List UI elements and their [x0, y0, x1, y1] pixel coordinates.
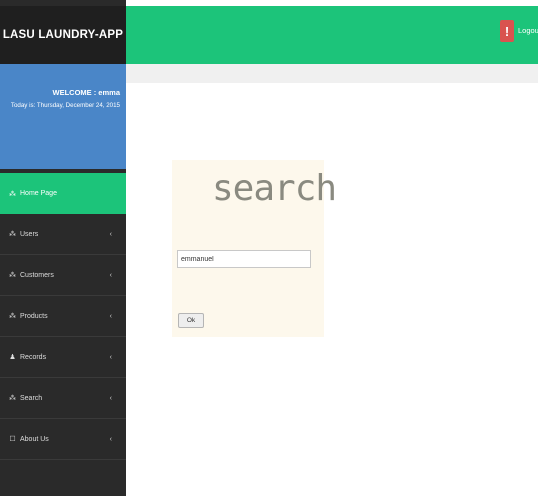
- sidebar-item-home-page[interactable]: ⁂ Home Page: [0, 173, 126, 214]
- nodes-icon: ⁂: [9, 395, 16, 402]
- user-icon: ♟: [9, 354, 16, 361]
- sidebar-item-products[interactable]: ⁂ Products ‹: [0, 296, 126, 337]
- sidebar: LASU LAUNDRY-APP WELCOME : emma Today is…: [0, 0, 126, 496]
- sidebar-item-label: Records: [20, 353, 47, 361]
- search-panel: search Ok: [172, 160, 337, 337]
- user-panel: WELCOME : emma Today is: Thursday, Decem…: [0, 64, 126, 169]
- sidebar-item-search[interactable]: ⁂ Search ‹: [0, 378, 126, 419]
- today-date: Today is: Thursday, December 24, 2015: [10, 102, 120, 109]
- nodes-icon: ⁂: [9, 272, 16, 279]
- search-title: search: [212, 168, 337, 209]
- sidebar-item-label: Home Page: [20, 190, 57, 197]
- chevron-left-icon: ‹: [109, 230, 112, 238]
- sidebar-item-about-us[interactable]: ☐ About Us ‹: [0, 419, 126, 460]
- search-input[interactable]: [177, 250, 311, 268]
- sidebar-item-records[interactable]: ♟ Records ‹: [0, 337, 126, 378]
- sidebar-item-label: Search: [20, 394, 43, 402]
- welcome-text: WELCOME : emma: [52, 88, 120, 97]
- square-icon: ☐: [9, 436, 16, 443]
- nodes-icon: ⁂: [9, 190, 16, 198]
- chevron-left-icon: ‹: [109, 435, 112, 443]
- nodes-icon: ⁂: [9, 231, 16, 238]
- sidebar-item-users[interactable]: ⁂ Users ‹: [0, 214, 126, 255]
- content-header-band: [126, 64, 538, 83]
- ok-button[interactable]: Ok: [178, 313, 204, 328]
- chevron-left-icon: ‹: [109, 312, 112, 320]
- nodes-icon: ⁂: [9, 313, 16, 320]
- sidebar-item-label: Products: [20, 312, 48, 320]
- app-title[interactable]: LASU LAUNDRY-APP: [0, 6, 126, 64]
- chevron-left-icon: ‹: [109, 394, 112, 402]
- sidebar-item-label: About Us: [20, 435, 49, 443]
- chevron-left-icon: ‹: [109, 353, 112, 361]
- power-icon[interactable]: !: [500, 20, 514, 42]
- sidebar-item-label: Users: [20, 230, 39, 238]
- chevron-left-icon: ‹: [109, 271, 112, 279]
- sidebar-item-customers[interactable]: ⁂ Customers ‹: [0, 255, 126, 296]
- top-navbar: ! Logout: [126, 6, 538, 64]
- logout-link[interactable]: Logout: [518, 26, 538, 35]
- sidebar-nav: ⁂ Home Page ⁂ Users ‹ ⁂ Customers ‹ ⁂ Pr…: [0, 173, 126, 460]
- sidebar-item-label: Customers: [20, 271, 54, 279]
